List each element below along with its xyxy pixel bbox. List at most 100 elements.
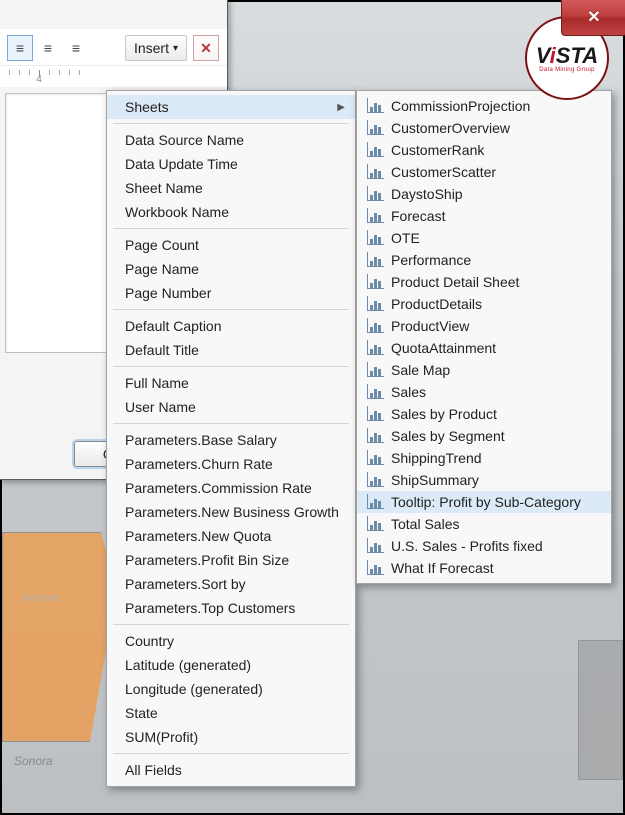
ruler[interactable]: 4: [0, 65, 227, 87]
bar-chart-icon: [367, 407, 383, 421]
align-left-button[interactable]: ≡: [7, 35, 33, 61]
menu-item[interactable]: Default Title: [107, 338, 355, 362]
sheet-menu-item[interactable]: Sales by Product: [357, 403, 611, 425]
sheet-menu-item-label: CustomerOverview: [391, 120, 510, 136]
sheet-menu-item[interactable]: DaystoShip: [357, 183, 611, 205]
dialog-titlebar[interactable]: [0, 0, 227, 29]
menu-item-label: Sheet Name: [125, 180, 203, 196]
sheet-menu-item[interactable]: CustomerScatter: [357, 161, 611, 183]
menu-item[interactable]: Page Name: [107, 257, 355, 281]
menu-item-label: Page Number: [125, 285, 211, 301]
bar-chart-icon: [367, 451, 383, 465]
menu-item[interactable]: Page Number: [107, 281, 355, 305]
menu-item[interactable]: Parameters.Base Salary: [107, 428, 355, 452]
menu-separator: [113, 624, 349, 625]
align-center-button[interactable]: ≡: [35, 35, 61, 61]
sheet-menu-item-label: U.S. Sales - Profits fixed: [391, 538, 543, 554]
menu-separator: [113, 753, 349, 754]
sheet-menu-item[interactable]: Performance: [357, 249, 611, 271]
sheet-menu-item-label: Sales by Product: [391, 406, 497, 422]
delete-button[interactable]: ✕: [193, 35, 219, 61]
sheet-menu-item[interactable]: CustomerRank: [357, 139, 611, 161]
menu-item-label: Sheets: [125, 99, 169, 115]
menu-item-label: Parameters.New Business Growth: [125, 504, 339, 520]
sheet-menu-item[interactable]: Tooltip: Profit by Sub-Category: [357, 491, 611, 513]
sheet-menu-item[interactable]: ShippingTrend: [357, 447, 611, 469]
menu-separator: [113, 423, 349, 424]
menu-item[interactable]: Workbook Name: [107, 200, 355, 224]
menu-item[interactable]: Latitude (generated): [107, 653, 355, 677]
sheet-menu-item[interactable]: Product Detail Sheet: [357, 271, 611, 293]
menu-item[interactable]: SUM(Profit): [107, 725, 355, 749]
sheet-menu-item-label: What If Forecast: [391, 560, 494, 576]
menu-item[interactable]: Parameters.New Business Growth: [107, 500, 355, 524]
align-right-button[interactable]: ≡: [63, 35, 89, 61]
menu-item[interactable]: Data Update Time: [107, 152, 355, 176]
menu-item[interactable]: Sheet Name: [107, 176, 355, 200]
menu-item[interactable]: State: [107, 701, 355, 725]
menu-item-label: Page Count: [125, 237, 199, 253]
bar-chart-icon: [367, 143, 383, 157]
menu-item-label: Longitude (generated): [125, 681, 263, 697]
sheet-menu-item-label: Total Sales: [391, 516, 459, 532]
menu-item[interactable]: Sheets▶: [107, 95, 355, 119]
sheet-menu-item[interactable]: ShipSummary: [357, 469, 611, 491]
bar-chart-icon: [367, 297, 383, 311]
menu-item[interactable]: Parameters.Top Customers: [107, 596, 355, 620]
bar-chart-icon: [367, 319, 383, 333]
bar-chart-icon: [367, 341, 383, 355]
bar-chart-icon: [367, 363, 383, 377]
menu-item-label: User Name: [125, 399, 196, 415]
sheet-menu-item[interactable]: ProductDetails: [357, 293, 611, 315]
close-icon: ✕: [587, 7, 600, 27]
bar-chart-icon: [367, 495, 383, 509]
map-label-sonora: Sonora: [14, 754, 53, 768]
menu-item[interactable]: Data Source Name: [107, 128, 355, 152]
menu-item-label: Parameters.Top Customers: [125, 600, 295, 616]
menu-item[interactable]: Country: [107, 629, 355, 653]
sheet-menu-item-label: ProductDetails: [391, 296, 482, 312]
sheet-menu-item[interactable]: ProductView: [357, 315, 611, 337]
sheet-menu-item[interactable]: Sales by Segment: [357, 425, 611, 447]
menu-item[interactable]: Parameters.Sort by: [107, 572, 355, 596]
menu-item[interactable]: Default Caption: [107, 314, 355, 338]
bar-chart-icon: [367, 429, 383, 443]
menu-item[interactable]: User Name: [107, 395, 355, 419]
sheet-menu-item[interactable]: U.S. Sales - Profits fixed: [357, 535, 611, 557]
sheet-menu-item[interactable]: QuotaAttainment: [357, 337, 611, 359]
sheet-menu-item[interactable]: Sale Map: [357, 359, 611, 381]
menu-item[interactable]: Full Name: [107, 371, 355, 395]
sheet-menu-item-label: ProductView: [391, 318, 469, 334]
menu-item-label: Default Caption: [125, 318, 222, 334]
menu-item[interactable]: All Fields: [107, 758, 355, 782]
menu-item-label: Parameters.Base Salary: [125, 432, 277, 448]
menu-item-label: Data Update Time: [125, 156, 238, 172]
bar-chart-icon: [367, 473, 383, 487]
menu-item-label: SUM(Profit): [125, 729, 198, 745]
sheet-menu-item[interactable]: Sales: [357, 381, 611, 403]
sheet-menu-item[interactable]: What If Forecast: [357, 557, 611, 579]
menu-item[interactable]: Parameters.Churn Rate: [107, 452, 355, 476]
sheet-menu-item[interactable]: Forecast: [357, 205, 611, 227]
logo-subtitle: Data Mining Group: [539, 67, 594, 73]
sheet-menu-item[interactable]: OTE: [357, 227, 611, 249]
menu-item[interactable]: Parameters.Commission Rate: [107, 476, 355, 500]
menu-item[interactable]: Parameters.New Quota: [107, 524, 355, 548]
menu-item[interactable]: Parameters.Profit Bin Size: [107, 548, 355, 572]
map-region-east: [578, 640, 623, 780]
sheet-menu-item[interactable]: CustomerOverview: [357, 117, 611, 139]
menu-item[interactable]: Longitude (generated): [107, 677, 355, 701]
insert-label: Insert: [134, 40, 169, 56]
sheet-menu-item-label: CommissionProjection: [391, 98, 530, 114]
bar-chart-icon: [367, 231, 383, 245]
sheet-menu-item[interactable]: Total Sales: [357, 513, 611, 535]
sheets-submenu: CommissionProjection CustomerOverview Cust…: [356, 90, 612, 584]
sheet-menu-item-label: Performance: [391, 252, 471, 268]
menu-item-label: Parameters.Churn Rate: [125, 456, 273, 472]
menu-item[interactable]: Page Count: [107, 233, 355, 257]
sheet-menu-item-label: Product Detail Sheet: [391, 274, 519, 290]
window-close-button[interactable]: ✕: [561, 0, 625, 36]
dialog-toolbar: ≡ ≡ ≡ Insert ✕: [0, 29, 227, 65]
insert-dropdown-button[interactable]: Insert: [125, 35, 187, 61]
logo-letter: V: [536, 43, 550, 68]
